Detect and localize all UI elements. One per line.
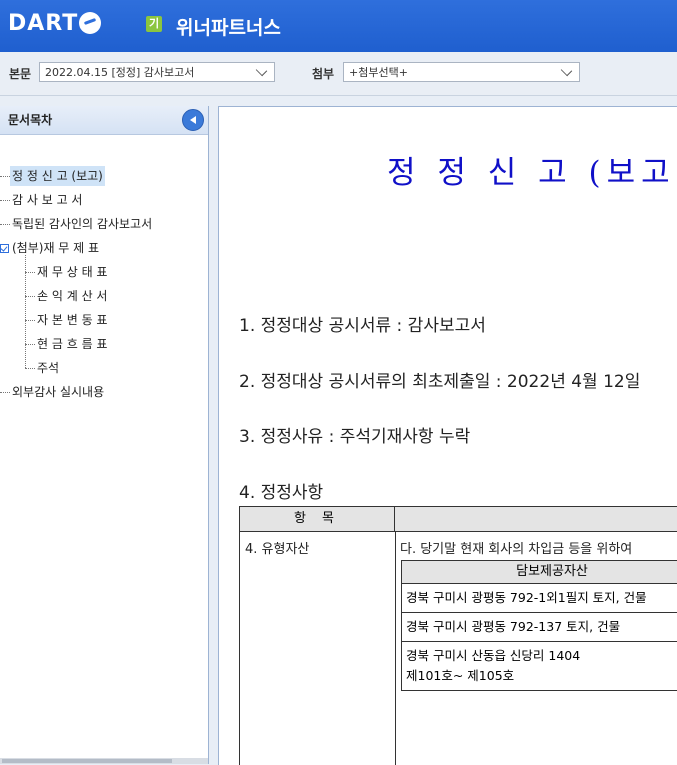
- attach-label: 첨부: [312, 67, 335, 81]
- expanded-checkbox-icon[interactable]: [0, 244, 9, 253]
- logo-text: DART: [8, 10, 79, 36]
- sidebar-horizontal-scrollbar[interactable]: [0, 758, 208, 764]
- chevron-down-icon: [560, 64, 573, 77]
- main-doc-label: 본문: [9, 67, 32, 81]
- table-row-description: 다. 당기말 현재 회사의 차입금 등을 위하여: [400, 542, 633, 557]
- document-selector-bar: 본문 2022.04.15 [정정] 감사보고서 첨부 +첨부선택+: [0, 52, 677, 96]
- document-body: 정 정 신 고 (보고) 1. 정정대상 공시서류 : 감사보고서 2. 정정대…: [219, 107, 677, 765]
- logo-ball-icon: [79, 12, 102, 34]
- table-header-row: 항 목: [240, 507, 677, 532]
- collateral-header: 담보제공자산: [402, 561, 677, 584]
- collapse-sidebar-button[interactable]: [182, 109, 204, 131]
- doc-item-1: 1. 정정대상 공시서류 : 감사보고서: [239, 316, 486, 336]
- attach-select-value: +첨부선택+: [349, 66, 408, 79]
- collateral-row: 경북 구미시 광평동 792-137 토지, 건물: [402, 613, 677, 642]
- toc-item-income-statement[interactable]: 손 익 계 산 서: [37, 286, 107, 306]
- main-doc-select-value: 2022.04.15 [정정] 감사보고서: [45, 66, 195, 79]
- dart-logo[interactable]: DART: [8, 9, 102, 37]
- toc-item-balance-sheet[interactable]: 재 무 상 태 표: [37, 262, 107, 282]
- correction-table: 항 목 4. 유형자산 다. 당기말 현재 회사의 차입금 등을 위하여 담보제…: [239, 506, 677, 765]
- main-doc-select[interactable]: 2022.04.15 [정정] 감사보고서: [39, 62, 275, 82]
- toc-title: 문서목차: [8, 113, 53, 127]
- chevron-down-icon: [255, 64, 268, 77]
- doc-item-2: 2. 정정대상 공시서류의 최초제출일 : 2022년 4월 12일: [239, 372, 641, 392]
- toc-item-equity-changes[interactable]: 자 본 변 동 표: [37, 310, 107, 330]
- scrollbar-thumb[interactable]: [2, 759, 172, 763]
- toc-header: 문서목차: [0, 106, 208, 135]
- document-title: 정 정 신 고 (보고): [387, 155, 677, 191]
- collateral-table: 담보제공자산 경북 구미시 광평동 792-1외1필지 토지, 건물 경북 구미…: [401, 560, 677, 691]
- toc-item-external-audit[interactable]: 외부감사 실시내용: [12, 382, 104, 402]
- toc-item-cash-flow[interactable]: 현 금 흐 름 표: [37, 334, 107, 354]
- company-name: 위너파트너스: [176, 17, 281, 39]
- corp-type-badge: 기: [146, 16, 162, 32]
- toc-item-independent-auditor-report[interactable]: 독립된 감사인의 감사보고서: [12, 214, 152, 234]
- collateral-row: 경북 구미시 광평동 792-1외1필지 토지, 건물: [402, 584, 677, 613]
- toc-item-notes[interactable]: 주석: [37, 358, 59, 378]
- document-viewer: 정 정 신 고 (보고) 1. 정정대상 공시서류 : 감사보고서 2. 정정대…: [218, 106, 677, 765]
- toc-sidebar: 문서목차 정 정 신 고 (보고) 감 사 보 고 서 독립된 감사인의 감사보…: [0, 106, 209, 764]
- toc-item-financial-statements[interactable]: (첨부)재 무 제 표: [12, 238, 99, 258]
- top-header: DART 기 위너파트너스: [0, 0, 677, 52]
- toc-item-correction-report[interactable]: 정 정 신 고 (보고): [10, 166, 105, 186]
- doc-item-4: 4. 정정사항: [239, 483, 324, 503]
- table-header-item: 항 목: [240, 507, 395, 531]
- collateral-row: 경북 구미시 산동읍 신당리 1404 제101호~ 제105호: [406, 648, 581, 683]
- attach-select[interactable]: +첨부선택+: [343, 62, 580, 82]
- toc-item-audit-report[interactable]: 감 사 보 고 서: [12, 190, 82, 210]
- doc-item-3: 3. 정정사유 : 주석기재사항 누락: [239, 427, 471, 447]
- table-row-item: 4. 유형자산: [245, 542, 310, 557]
